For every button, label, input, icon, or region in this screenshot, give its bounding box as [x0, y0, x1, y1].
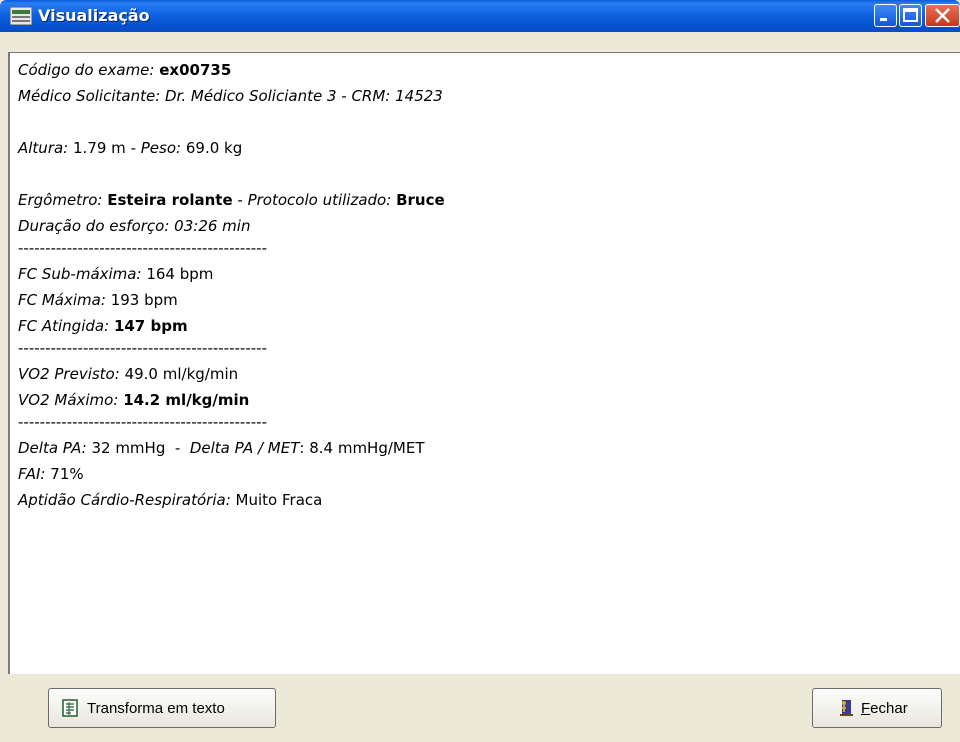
fc-max-value: 193 bpm [110, 291, 178, 309]
vo2-previsto-line: VO2 Previsto: 49.0 ml/kg/min [18, 365, 238, 383]
codigo-label: Código do exame: [18, 61, 155, 79]
peso-label: Peso: [140, 139, 182, 157]
transforma-label: Transforma em texto [87, 699, 225, 717]
door-exit-icon [840, 700, 853, 716]
ergometro-line: Ergômetro: Esteira rolante - Protocolo u… [18, 191, 445, 209]
delta-pa-value: 32 mmHg [91, 439, 166, 457]
altura-value: 1.79 m [73, 139, 126, 157]
duracao-line: Duração do esforço: 03:26 min [18, 217, 251, 235]
separator: ----------------------------------------… [18, 239, 267, 257]
fechar-label: Fechar [861, 700, 908, 717]
delta-pa-met-value: : 8.4 mmHg/MET [299, 439, 425, 457]
protocolo-label: - Protocolo utilizado: [232, 191, 392, 209]
close-window-button[interactable] [925, 4, 960, 27]
report-panel[interactable]: Código do exame: ex00735 Médico Solicita… [8, 52, 960, 674]
fc-sub-value: 164 bpm [146, 265, 214, 283]
vo2-previsto-value: 49.0 ml/kg/min [124, 365, 239, 383]
vo2-maximo-value: 14.2 ml/kg/min [123, 391, 250, 409]
maximize-icon [903, 8, 918, 22]
altura-peso-line: Altura: 1.79 m - Peso: 69.0 kg [18, 139, 242, 157]
fc-sub-line: FC Sub-máxima: 164 bpm [18, 265, 213, 283]
codigo-line: Código do exame: ex00735 [18, 61, 231, 79]
ergometro-value: Esteira rolante [107, 191, 233, 209]
separator: ----------------------------------------… [18, 339, 267, 357]
app-icon [10, 7, 32, 25]
aptidao-line: Aptidão Cárdio-Respiratória: Muito Fraca [18, 491, 322, 509]
maximize-button[interactable] [899, 4, 922, 27]
protocolo-value: Bruce [396, 191, 445, 209]
separator: ----------------------------------------… [18, 413, 267, 431]
minimize-button[interactable] [874, 4, 897, 27]
medico-line: Médico Solicitante: Dr. Médico Soliciant… [18, 87, 443, 105]
ergometro-label: Ergômetro: [18, 191, 103, 209]
fai-label: FAI: [18, 465, 46, 483]
title-bar[interactable]: Visualização [0, 0, 960, 32]
fechar-button[interactable]: Fechar [812, 688, 942, 728]
fc-atingida-value: 147 bpm [113, 317, 188, 335]
fc-atingida-label: FC Atingida: [18, 317, 110, 335]
close-icon [935, 8, 950, 23]
delta-pa-line: Delta PA: 32 mmHg - Delta PA / MET: 8.4 … [18, 439, 425, 457]
altura-label: Altura: [18, 139, 69, 157]
fai-line: FAI: 71% [18, 465, 84, 483]
delta-pa-label: Delta PA: [18, 439, 87, 457]
fechar-accelerator: F [861, 699, 871, 717]
fc-atingida-line: FC Atingida: 147 bpm [18, 317, 188, 335]
vo2-maximo-label: VO2 Máximo: [18, 391, 119, 409]
vo2-maximo-line: VO2 Máximo: 14.2 ml/kg/min [18, 391, 249, 409]
document-icon [62, 699, 78, 717]
aptidao-label: Aptidão Cárdio-Respiratória: [18, 491, 231, 509]
fechar-label-rest: echar [870, 699, 908, 717]
vo2-previsto-label: VO2 Previsto: [18, 365, 120, 383]
window-title: Visualização [38, 6, 150, 25]
fai-value: 71% [50, 465, 84, 483]
visualizacao-window: Visualização Código do exame: ex00735 Mé… [0, 0, 960, 742]
dash: - [125, 139, 141, 157]
fc-max-line: FC Máxima: 193 bpm [18, 291, 178, 309]
minimize-icon [880, 18, 887, 21]
dash: - [165, 439, 190, 457]
peso-value: 69.0 kg [185, 139, 243, 157]
fc-sub-label: FC Sub-máxima: [18, 265, 142, 283]
delta-pa-met-label: Delta PA / MET [189, 439, 300, 457]
fc-max-label: FC Máxima: [18, 291, 106, 309]
aptidao-value: Muito Fraca [235, 491, 323, 509]
transforma-em-texto-button[interactable]: Transforma em texto [48, 688, 276, 728]
codigo-value: ex00735 [159, 61, 232, 79]
